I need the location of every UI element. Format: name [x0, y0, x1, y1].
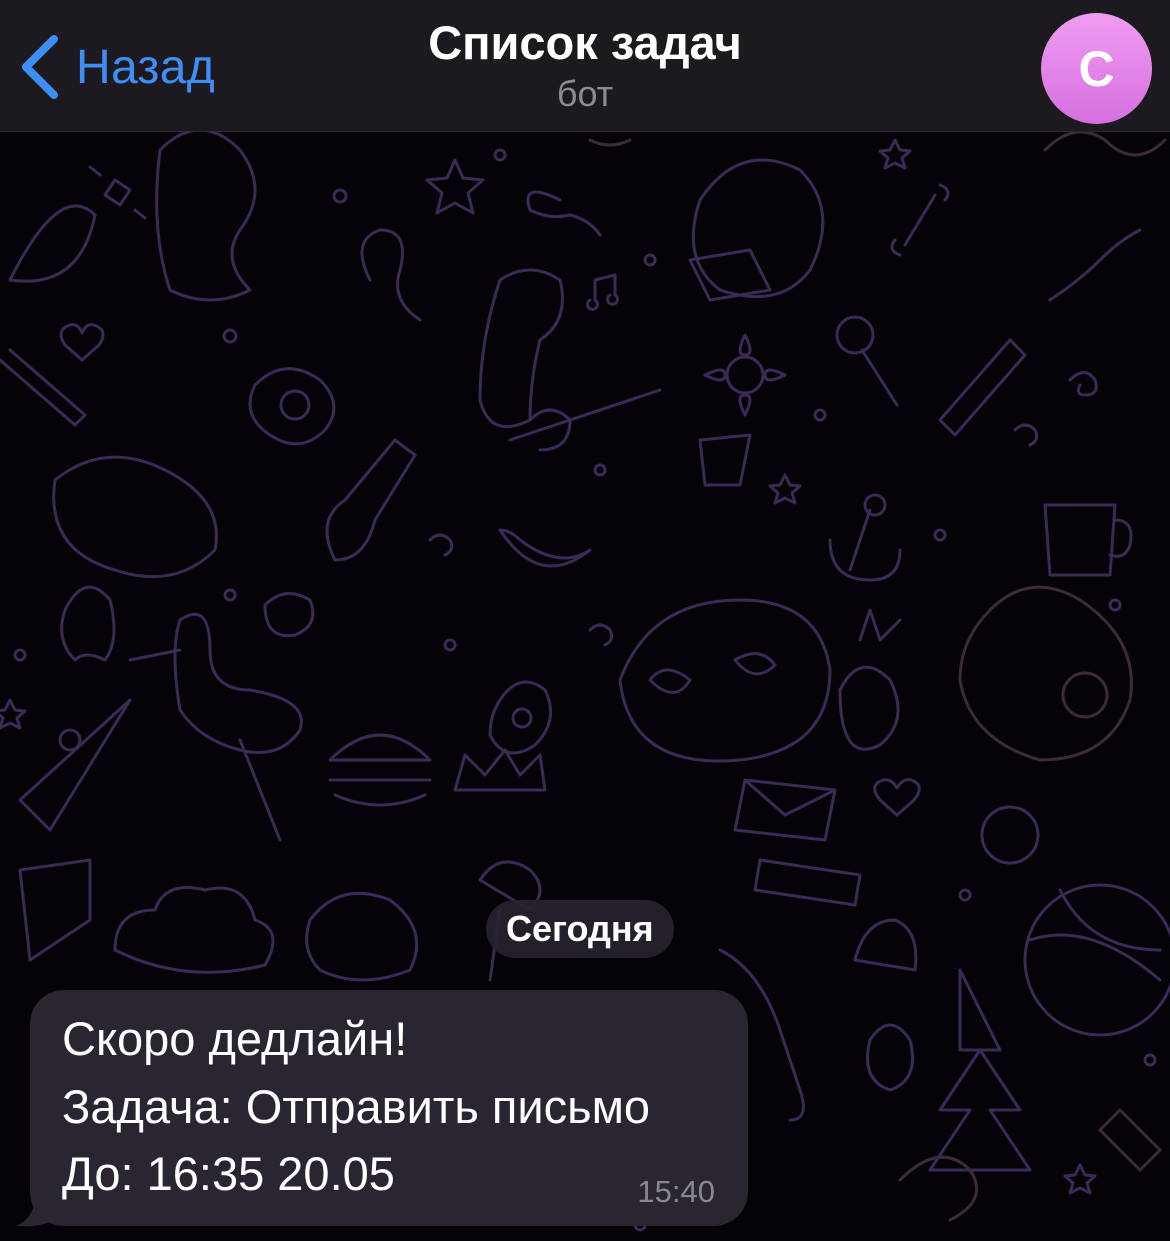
chat-title: Список задач — [428, 16, 742, 69]
chat-screen: Назад Список задач бот C Сегодня Скоро д… — [0, 0, 1170, 1241]
message-line: Скоро дедлайн! — [62, 1012, 408, 1065]
chevron-left-icon — [22, 35, 58, 99]
chat-title-block[interactable]: Список задач бот — [300, 14, 870, 116]
avatar-letter: C — [1078, 40, 1115, 97]
message-line: До: 16:35 20.05 — [62, 1147, 395, 1200]
message-line: Задача: Отправить письмо — [62, 1080, 651, 1133]
message-bubble[interactable]: Скоро дедлайн! Задача: Отправить письмо … — [30, 990, 748, 1226]
back-button[interactable]: Назад — [18, 30, 215, 104]
message-timestamp: 15:40 — [637, 1174, 715, 1209]
date-separator: Сегодня — [486, 900, 674, 958]
avatar[interactable]: C — [1041, 13, 1152, 124]
chat-subtitle: бот — [556, 73, 614, 114]
back-button-label: Назад — [76, 40, 216, 94]
chat-header: Назад Список задач бот C — [0, 0, 1170, 132]
